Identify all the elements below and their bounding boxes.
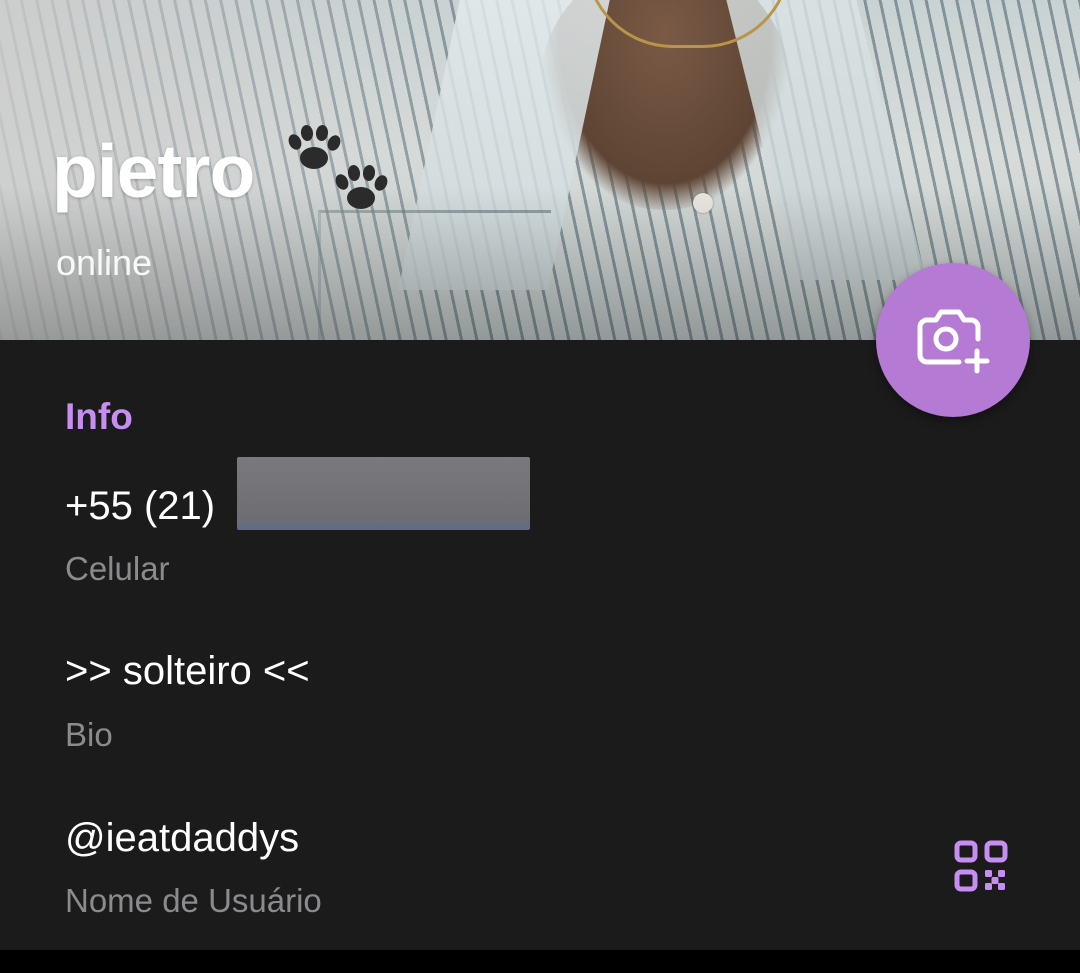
- phone-number[interactable]: +55 (21): [65, 484, 215, 529]
- set-profile-photo-button[interactable]: [876, 263, 1030, 417]
- username-label: Nome de Usuário: [65, 882, 322, 919]
- phone-label: Celular: [65, 550, 170, 587]
- profile-name: pietro: [52, 129, 255, 213]
- bottom-edge: [0, 950, 1080, 973]
- add-photo-icon: [917, 309, 990, 374]
- profile-screen: pietro online Info +55 (21) Celular >> s…: [0, 0, 1080, 973]
- paw-print-icon: [335, 165, 388, 209]
- online-status: online: [56, 242, 153, 283]
- info-section-title: Info: [65, 396, 133, 437]
- qr-code-icon[interactable]: [954, 840, 1008, 892]
- username-text[interactable]: @ieatdaddys: [65, 816, 299, 861]
- bio-label: Bio: [65, 716, 113, 753]
- bio-text[interactable]: >> solteiro <<: [65, 649, 310, 694]
- phone-number-redaction: [237, 457, 530, 530]
